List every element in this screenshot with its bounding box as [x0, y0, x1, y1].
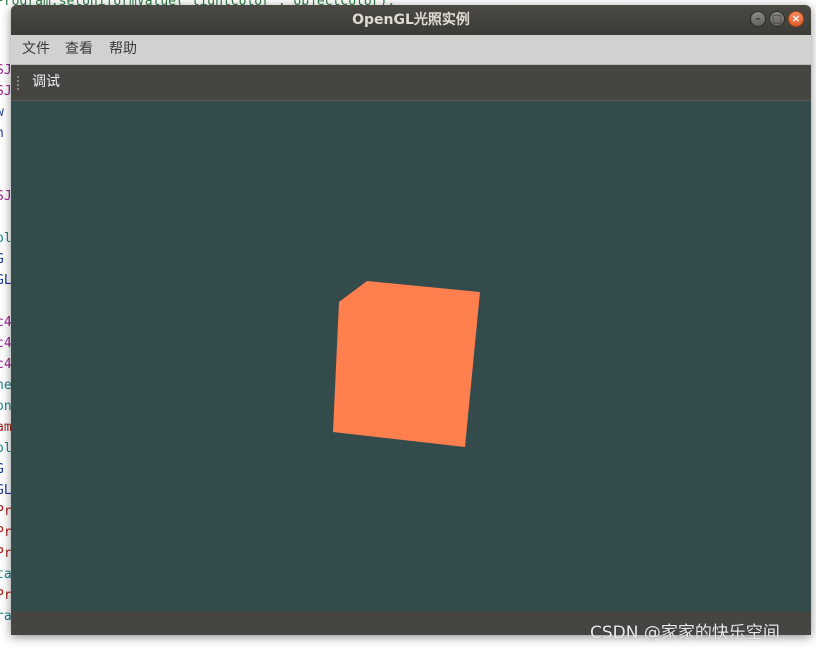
- code-fragment: SJ: [0, 84, 12, 99]
- toolbar-grip-handle[interactable]: [16, 75, 20, 91]
- code-fragment: G: [0, 249, 4, 270]
- close-icon[interactable]: ×: [788, 11, 804, 27]
- code-fragment: am: [0, 420, 12, 435]
- code-fragment: GL: [0, 483, 12, 498]
- code-fragment: c4: [0, 336, 12, 351]
- cube-shape: [333, 281, 480, 447]
- scene-canvas: [333, 281, 480, 447]
- code-fragment: w: [0, 102, 4, 123]
- code-fragment: Pr: [0, 504, 12, 519]
- watermark-text: CSDN @家家的快乐空间: [590, 623, 780, 643]
- maximize-icon[interactable]: □: [769, 11, 785, 27]
- code-fragment: Pr: [0, 546, 12, 561]
- debug-button[interactable]: 调试: [32, 65, 60, 100]
- menu-view[interactable]: 查看: [65, 35, 93, 64]
- code-fragment: SJ: [0, 189, 12, 204]
- code-fragment: ta: [0, 567, 12, 582]
- code-fragment: SJ: [0, 63, 12, 78]
- code-fragment: c4: [0, 315, 12, 330]
- code-fragment: ol: [0, 441, 12, 456]
- app-window: OpenGL光照实例 – □ × 文件 查看 帮助 调试: [11, 5, 811, 635]
- minimize-icon[interactable]: –: [750, 11, 766, 27]
- code-fragment: Pr: [0, 588, 12, 603]
- opengl-viewport[interactable]: [11, 101, 811, 612]
- toolbar: 调试: [11, 65, 811, 101]
- code-fragment: c4: [0, 357, 12, 372]
- title-bar[interactable]: OpenGL光照实例 – □ ×: [11, 5, 811, 35]
- menu-help[interactable]: 帮助: [109, 35, 137, 64]
- code-fragment: ra: [0, 609, 12, 624]
- code-fragment: G: [0, 459, 4, 480]
- code-fragment: on: [0, 399, 12, 414]
- code-fragment: ol: [0, 231, 12, 246]
- window-title: OpenGL光照实例: [352, 12, 470, 28]
- code-fragment: Pr: [0, 525, 12, 540]
- code-fragment: GL: [0, 273, 12, 288]
- menu-bar: 文件 查看 帮助: [11, 35, 811, 65]
- menu-file[interactable]: 文件: [22, 35, 50, 64]
- code-fragment: ne: [0, 378, 12, 393]
- code-fragment: h: [0, 123, 4, 144]
